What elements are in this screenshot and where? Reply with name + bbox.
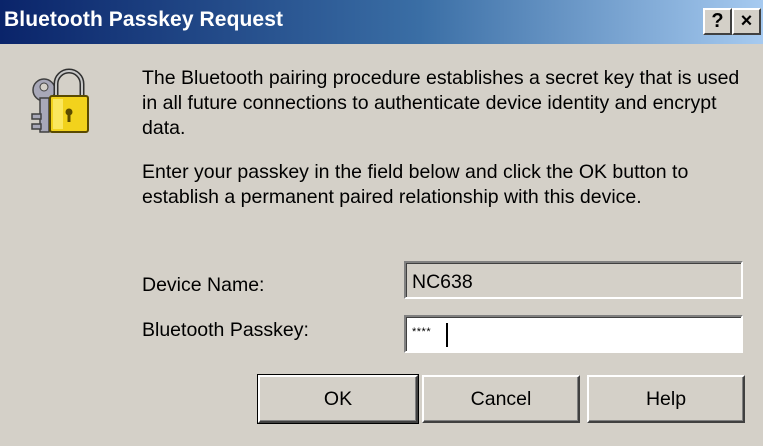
help-button[interactable]: Help xyxy=(587,375,745,423)
close-button[interactable]: × xyxy=(732,8,761,35)
help-title-button[interactable]: ? xyxy=(703,8,732,35)
passkey-label: Bluetooth Passkey: xyxy=(142,319,309,341)
device-name-field: NC638 xyxy=(404,261,743,299)
message-paragraph-2: Enter your passkey in the field below an… xyxy=(142,161,689,208)
keys-padlock-icon xyxy=(31,68,89,133)
ok-button[interactable]: OK xyxy=(257,374,419,424)
passkey-input[interactable]: **** xyxy=(404,315,743,353)
window-title: Bluetooth Passkey Request xyxy=(4,8,284,31)
text-cursor xyxy=(446,323,448,347)
device-name-label: Device Name: xyxy=(142,274,265,296)
message-paragraph-1: The Bluetooth pairing procedure establis… xyxy=(142,67,740,139)
cancel-button[interactable]: Cancel xyxy=(422,375,580,423)
passkey-value: **** xyxy=(412,326,432,338)
device-name-value: NC638 xyxy=(412,271,473,293)
passkey-dialog: Bluetooth Passkey Request ? × The Blueto… xyxy=(0,0,763,446)
title-bar[interactable]: Bluetooth Passkey Request ? × xyxy=(0,0,763,44)
